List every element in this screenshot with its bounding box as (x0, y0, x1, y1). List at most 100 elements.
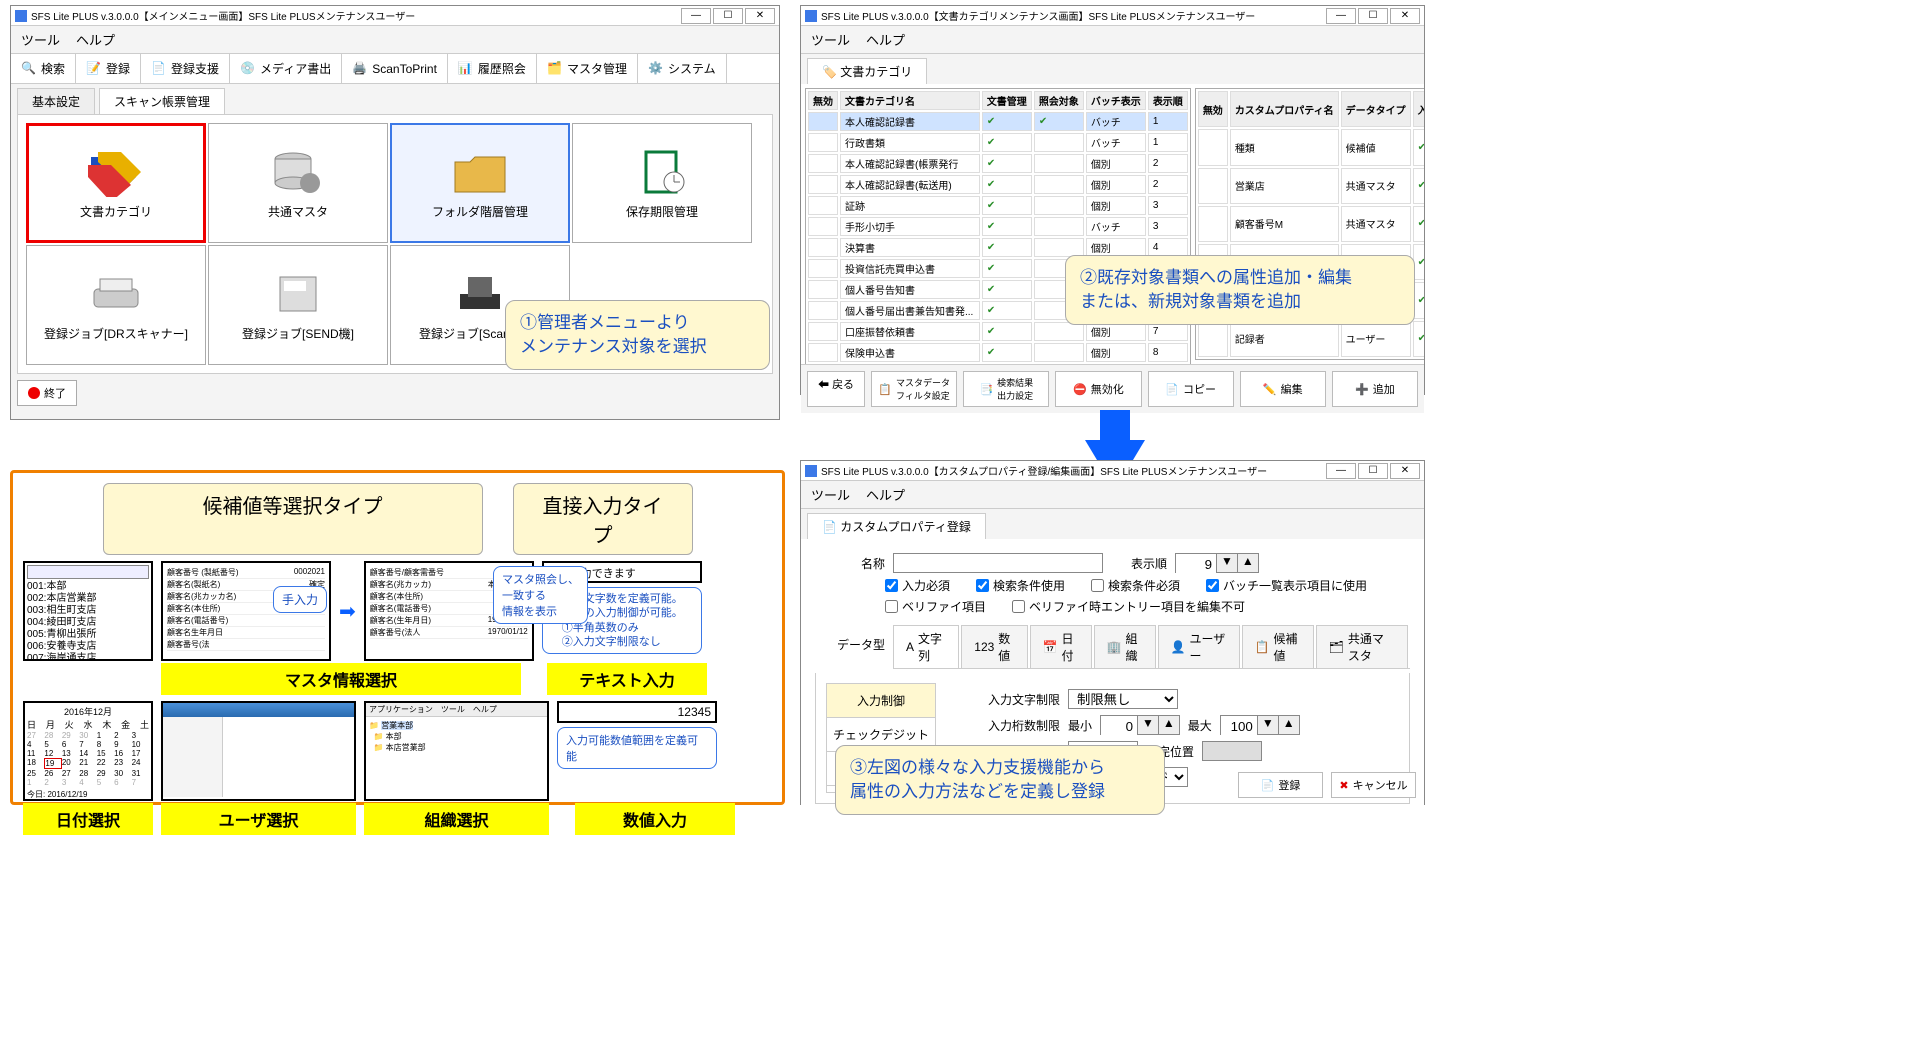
print-icon: 🖨️ (352, 61, 368, 77)
app-icon (805, 465, 817, 477)
tile-folderhier[interactable]: フォルダ階層管理 (390, 123, 570, 243)
tb-media[interactable]: 💿メディア書出 (230, 54, 342, 83)
menu-tools[interactable]: ツール (21, 30, 60, 49)
dtab-candidate[interactable]: 📋 候補値 (1242, 625, 1314, 668)
dtab-org[interactable]: 🏢 組織 (1094, 625, 1156, 668)
tile-commonmaster[interactable]: 共通マスタ (208, 123, 388, 243)
tags-icon (86, 147, 146, 197)
dtab-date[interactable]: 📅 日付 (1030, 625, 1092, 668)
number-note: 入力可能数値範囲を定義可能 (557, 727, 717, 769)
chk-verify[interactable]: ベリファイ項目 (885, 598, 986, 615)
thumb-list: 001:本部002:本店営業部003:相生町支店004:綾田町支店005:青柳出… (23, 561, 153, 661)
tile-job-send[interactable]: 登録ジョブ[SEND機] (208, 245, 388, 365)
win-doccategory: SFS Lite PLUS v.3.0.0.0【文書カテゴリメンテナンス画面】S… (800, 5, 1425, 395)
pencil-icon: ✏️ (1263, 383, 1277, 396)
back-button[interactable]: ⬅ 戻る (807, 371, 865, 407)
charlimit-select[interactable]: 制限無し (1068, 689, 1178, 709)
tb-system[interactable]: ⚙️システム (638, 54, 727, 83)
tb-master[interactable]: 🗂️マスタ管理 (537, 54, 638, 83)
tb-regassist[interactable]: 📄登録支援 (141, 54, 230, 83)
order-spinner[interactable]: ▼▲ (1175, 553, 1259, 573)
searchout-button[interactable]: 📑検索結果 出力設定 (963, 371, 1049, 407)
tab-basic[interactable]: 基本設定 (17, 88, 95, 114)
disable-button[interactable]: ⛔無効化 (1055, 371, 1141, 407)
close-button[interactable]: ✕ (745, 8, 775, 24)
titlebar: SFS Lite PLUS v.3.0.0.0【メインメニュー画面】SFS Li… (11, 6, 779, 26)
callout-3: ③左図の様々な入力支援機能から 属性の入力方法などを定義し登録 (835, 745, 1165, 815)
sidetab-input[interactable]: 入力制御 (827, 684, 935, 718)
app-icon (15, 10, 27, 22)
tab-doccat[interactable]: 🏷️ 文書カテゴリ (807, 58, 927, 84)
chk-batchshow[interactable]: バッチ一覧表示項目に使用 (1206, 577, 1367, 594)
tb-register[interactable]: 📝登録 (76, 54, 141, 83)
name-input[interactable] (893, 553, 1103, 573)
tb-search[interactable]: 🔍検索 (11, 54, 76, 83)
tab-scanform[interactable]: スキャン帳票管理 (99, 88, 225, 114)
cancel-button[interactable]: ✖ キャンセル (1331, 772, 1416, 798)
window-title: SFS Lite PLUS v.3.0.0.0【カスタムプロパティ登録/編集画面… (821, 463, 1267, 478)
max-button[interactable]: ☐ (1358, 8, 1388, 24)
copy-icon: 📄 (1165, 383, 1179, 396)
menu-help[interactable]: ヘルプ (76, 30, 115, 49)
tb-history[interactable]: 📊履歴照会 (448, 54, 537, 83)
register-icon: 📝 (86, 61, 102, 77)
min-spinner[interactable]: ▼▲ (1100, 715, 1180, 735)
exit-button[interactable]: 終了 (17, 380, 77, 406)
label-user: ユーザ選択 (161, 803, 356, 835)
chk-searchuse[interactable]: 検索条件使用 (976, 577, 1065, 594)
toolbar: 🔍検索 📝登録 📄登録支援 💿メディア書出 🖨️ScanToPrint 📊履歴照… (11, 54, 779, 84)
cancel-icon: ✖ (1339, 779, 1348, 792)
chk-verifyedit[interactable]: ベリファイ時エントリー項目を編集不可 (1012, 598, 1245, 615)
max-button[interactable]: ☐ (1358, 463, 1388, 479)
tab-customprop[interactable]: 📄 カスタムプロパティ登録 (807, 513, 986, 539)
register-button[interactable]: 📄 登録 (1238, 772, 1323, 798)
padpos-input[interactable] (1202, 741, 1262, 761)
menu-tools[interactable]: ツール (811, 30, 850, 49)
dtab-number[interactable]: 123 数値 (961, 625, 1027, 668)
tags-icon: 🏷️ (822, 65, 837, 79)
max-button[interactable]: ☐ (713, 8, 743, 24)
tb-scantoprint[interactable]: 🖨️ScanToPrint (342, 54, 448, 83)
dtab-commonmaster[interactable]: 🗂 共通マスタ (1316, 625, 1408, 668)
window-title: SFS Lite PLUS v.3.0.0.0【文書カテゴリメンテナンス画面】S… (821, 8, 1255, 23)
min-button[interactable]: — (1326, 463, 1356, 479)
edit-button[interactable]: ✏️編集 (1240, 371, 1326, 407)
label-date: 日付選択 (23, 803, 153, 835)
dtab-string[interactable]: A 文字列 (893, 625, 959, 668)
filter-icon: 📋 (878, 383, 892, 396)
chk-required[interactable]: 入力必須 (885, 577, 950, 594)
hdr-selection: 候補値等選択タイプ (103, 483, 483, 555)
tile-job-dr[interactable]: 登録ジョブ[DRスキャナー] (26, 245, 206, 365)
menu-tools[interactable]: ツール (811, 485, 850, 504)
tabs: 基本設定 スキャン帳票管理 (11, 84, 779, 114)
thumb-user (161, 701, 356, 801)
folder-icon (450, 147, 510, 197)
menu-help[interactable]: ヘルプ (866, 485, 905, 504)
search-icon: 🔍 (21, 61, 37, 77)
add-button[interactable]: ➕追加 (1332, 371, 1418, 407)
filter-button[interactable]: 📋マスタデータ フィルタ設定 (871, 371, 957, 407)
hdr-direct: 直接入力タイプ (513, 483, 693, 555)
copy-button[interactable]: 📄コピー (1148, 371, 1234, 407)
tile-retention[interactable]: 保存期限管理 (572, 123, 752, 243)
min-button[interactable]: — (1326, 8, 1356, 24)
label-org: 組織選択 (364, 803, 549, 835)
close-button[interactable]: ✕ (1390, 463, 1420, 479)
callout-1: ①管理者メニューより メンテナンス対象を選択 (505, 300, 770, 370)
master-note-bubble: マスタ照会し、 一致する 情報を表示 (493, 566, 588, 624)
plus-icon: ➕ (1355, 383, 1369, 396)
callout-2: ②既存対象書類への属性追加・編集 または、新規対象書類を追加 (1065, 255, 1415, 325)
menu-help[interactable]: ヘルプ (866, 30, 905, 49)
app-icon (805, 10, 817, 22)
history-icon: 📊 (458, 61, 474, 77)
menubar: ツール ヘルプ (11, 26, 779, 54)
lbl-charlimit: 入力文字制限 (950, 691, 1060, 708)
chk-searchreq[interactable]: 検索条件必須 (1091, 577, 1180, 594)
label-text: テキスト入力 (547, 663, 707, 695)
close-button[interactable]: ✕ (1390, 8, 1420, 24)
min-button[interactable]: — (681, 8, 711, 24)
dtab-user[interactable]: 👤 ユーザー (1158, 625, 1240, 668)
max-spinner[interactable]: ▼▲ (1220, 715, 1300, 735)
tile-doccategory[interactable]: 文書カテゴリ (26, 123, 206, 243)
db-gear-icon (268, 147, 328, 197)
